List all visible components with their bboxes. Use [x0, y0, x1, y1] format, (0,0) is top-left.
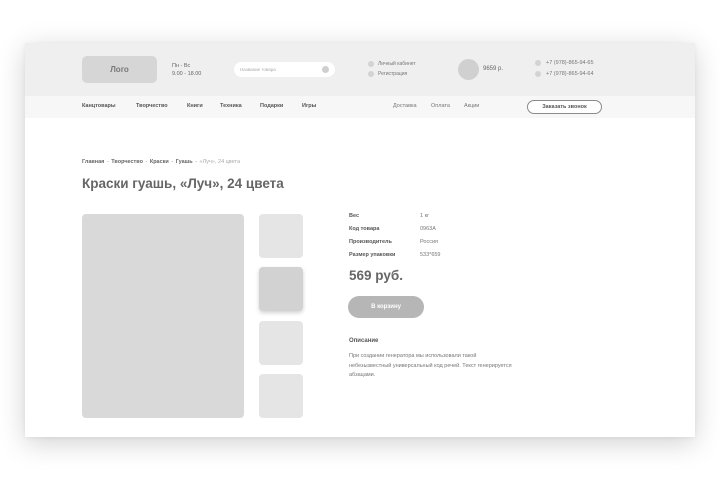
spec-value-manufacturer: Россия	[420, 239, 439, 245]
page-title: Краски гуашь, «Луч», 24 цвета	[82, 176, 284, 191]
breadcrumb-separator: -	[195, 159, 198, 165]
spec-label-manufacturer: Производитель	[349, 239, 392, 245]
main-nav: Канцтовары Творчество Книги Техника Пода…	[25, 96, 695, 118]
nav-item-games[interactable]: Игры	[302, 103, 316, 109]
breadcrumb-separator: -	[145, 159, 148, 165]
cart-sum[interactable]: 9659 р.	[483, 66, 503, 72]
phone-1[interactable]: +7 (978)-865-94-65	[535, 60, 594, 66]
phone-icon	[535, 60, 541, 66]
nav-link-delivery[interactable]: Доставка	[393, 103, 417, 109]
search-input[interactable]	[240, 62, 320, 77]
phone-2-number: +7 (978)-865-94-64	[546, 71, 594, 77]
product-thumbnail-4[interactable]	[259, 374, 303, 418]
breadcrumb-current: «Луч», 24 цвета	[199, 159, 241, 165]
nav-link-sales[interactable]: Акции	[464, 103, 479, 109]
account-cabinet-link[interactable]: Личный кабинет	[368, 61, 416, 67]
description-text: При создании генератора мы использовали …	[349, 353, 512, 378]
spec-label-sku: Код товара	[349, 226, 380, 232]
working-time: 9.00 - 18.00	[172, 71, 202, 77]
spec-value-weight: 1 кг	[420, 213, 429, 219]
spec-value-package-size: 533*659	[420, 252, 441, 258]
nav-item-electronics[interactable]: Техника	[220, 103, 242, 109]
logo[interactable]: Лого	[82, 56, 157, 83]
phone-1-number: +7 (978)-865-94-65	[546, 60, 594, 66]
register-link[interactable]: Регистрация	[368, 71, 407, 77]
phone-2[interactable]: +7 (978)-865-94-64	[535, 71, 594, 77]
breadcrumb: Главная - Творчество - Краски - Гуашь - …	[82, 159, 240, 165]
nav-item-stationery[interactable]: Канцтовары	[82, 103, 116, 109]
nav-item-books[interactable]: Книги	[187, 103, 203, 109]
phone-icon	[535, 71, 541, 77]
working-days: Пн - Вс	[172, 63, 191, 69]
breadcrumb-separator: -	[106, 159, 109, 165]
search-box	[234, 62, 335, 77]
search-icon[interactable]	[322, 66, 329, 73]
register-icon	[368, 71, 374, 77]
add-to-cart-button[interactable]: В корзину	[348, 296, 424, 318]
breadcrumb-separator: -	[171, 159, 174, 165]
breadcrumb-creativity[interactable]: Творчество	[111, 159, 143, 165]
product-thumbnail-2[interactable]	[259, 267, 303, 311]
breadcrumb-home[interactable]: Главная	[82, 159, 104, 165]
nav-link-payment[interactable]: Оплата	[431, 103, 450, 109]
description-heading: Описание	[349, 338, 379, 344]
request-callback-button[interactable]: Заказать звонок	[527, 100, 602, 114]
working-hours: Пн - Вс 9.00 - 18.00	[172, 62, 201, 78]
user-icon	[368, 61, 374, 67]
breadcrumb-gouache[interactable]: Гуашь	[176, 159, 193, 165]
product-thumbnail-1[interactable]	[259, 214, 303, 258]
spec-label-weight: Вес	[349, 213, 360, 219]
nav-item-creativity[interactable]: Творчество	[136, 103, 168, 109]
product-price: 569 руб.	[349, 268, 403, 283]
header: Лого Пн - Вс 9.00 - 18.00 Личный кабинет…	[25, 43, 695, 96]
account-cabinet-label: Личный кабинет	[378, 61, 416, 67]
nav-item-gifts[interactable]: Подарки	[260, 103, 283, 109]
spec-label-package-size: Размер упаковки	[349, 252, 396, 258]
register-label: Регистрация	[378, 71, 408, 77]
breadcrumb-paints[interactable]: Краски	[150, 159, 169, 165]
product-thumbnail-3[interactable]	[259, 321, 303, 365]
product-main-image[interactable]	[82, 214, 244, 418]
cart-icon[interactable]	[458, 59, 479, 80]
product-page: Лого Пн - Вс 9.00 - 18.00 Личный кабинет…	[25, 43, 695, 437]
spec-value-sku: 0963А	[420, 226, 436, 232]
